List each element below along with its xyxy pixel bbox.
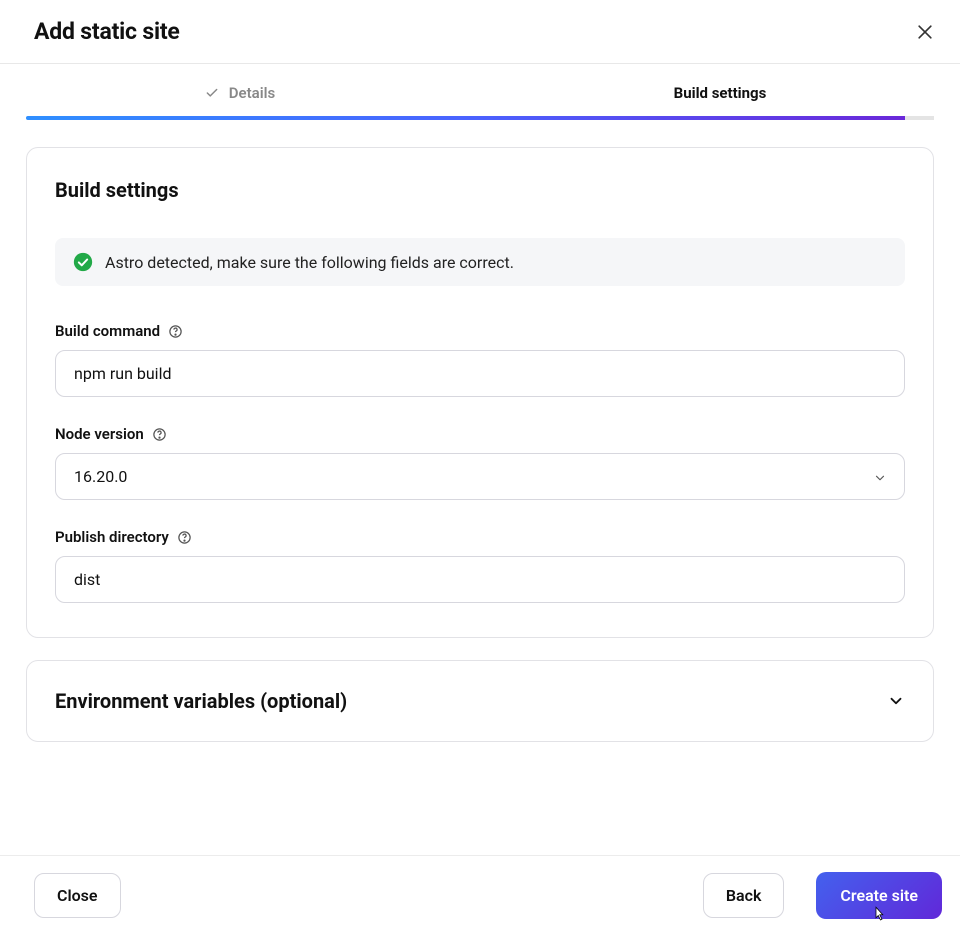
node-version-select[interactable] [55,453,905,500]
publish-directory-label: Publish directory [55,528,169,546]
section-title: Build settings [55,178,905,202]
step-label: Build settings [674,84,767,102]
build-command-label: Build command [55,322,160,340]
cursor-pointer-icon [870,905,888,923]
step-label: Details [229,84,275,102]
chevron-down-icon [887,692,905,710]
progress-bar [26,116,934,120]
step-build-settings[interactable]: Build settings [480,84,960,116]
check-icon [205,86,219,100]
detection-notice: Astro detected, make sure the following … [55,238,905,286]
help-icon[interactable] [152,427,167,442]
close-button[interactable]: Close [34,873,121,918]
node-version-label: Node version [55,425,144,443]
notice-text: Astro detected, make sure the following … [105,253,514,272]
help-icon[interactable] [168,324,183,339]
publish-directory-input[interactable] [55,556,905,603]
step-details[interactable]: Details [0,84,480,116]
env-variables-section[interactable]: Environment variables (optional) [26,660,934,742]
build-settings-card: Build settings Astro detected, make sure… [26,147,934,638]
create-site-button[interactable]: Create site [816,872,942,919]
build-command-input[interactable] [55,350,905,397]
close-icon[interactable] [915,22,935,42]
help-icon[interactable] [177,530,192,545]
back-button[interactable]: Back [703,873,785,918]
page-title: Add static site [34,18,180,45]
check-circle-icon [73,252,93,272]
env-variables-title: Environment variables (optional) [55,689,347,713]
create-site-label: Create site [840,886,918,905]
